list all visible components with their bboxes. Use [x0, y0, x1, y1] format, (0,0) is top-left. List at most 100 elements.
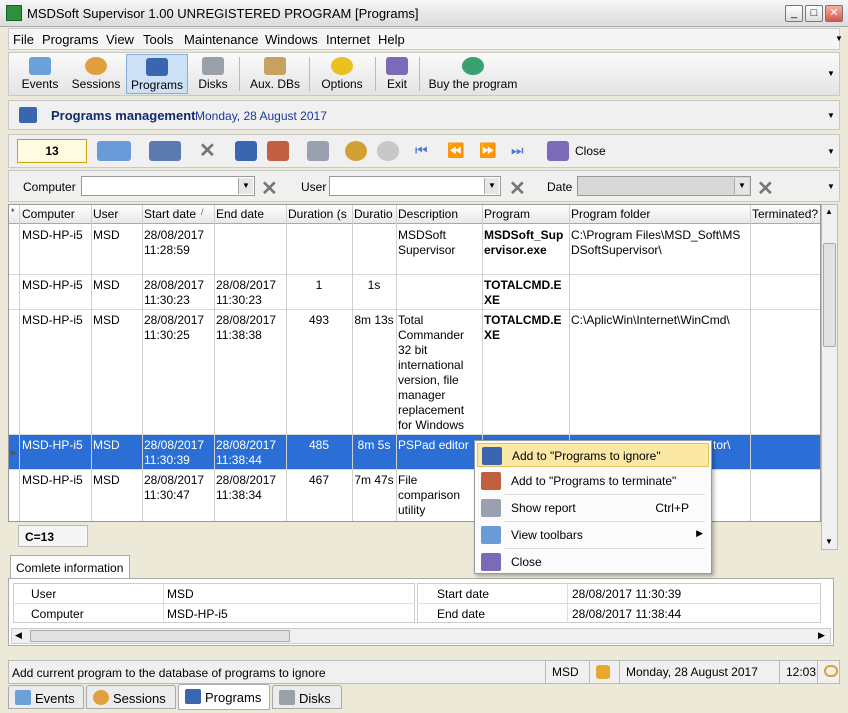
column-header-duration[interactable]: Duratio [354, 207, 394, 221]
menu-item-close[interactable]: Close [477, 550, 709, 574]
toolbar-sessions-button[interactable]: Sessions [69, 54, 123, 94]
menu-tools[interactable]: Tools [143, 32, 173, 47]
toolbar-programs-button[interactable]: Programs [126, 54, 188, 94]
maximize-button[interactable]: □ [805, 5, 823, 22]
menu-item-add-to-terminate[interactable]: Add to "Programs to terminate" [477, 469, 709, 493]
cell-duration-s: 467 [308, 473, 330, 487]
filter-bar: Computer ▼ ✕ User ▼ ✕ Date ▼ ✕ ▼ [8, 170, 840, 202]
cell-end-date: 28/08/2017 11:38:38 [216, 313, 277, 342]
tab-events[interactable]: Events [8, 685, 84, 709]
close-button[interactable]: Close [575, 144, 606, 158]
scrollbar-thumb[interactable] [30, 630, 290, 642]
date-filter-combo[interactable]: ▼ [577, 176, 751, 196]
column-header-start-date[interactable]: Start date [144, 207, 202, 221]
cell-duration: 8m 5s [357, 438, 391, 452]
table-row[interactable]: MSD-HP-i5 MSD 28/08/2017 11:28:59 MSDSof… [9, 225, 820, 275]
grid-vertical-scrollbar[interactable]: ▲ ▼ [821, 204, 838, 550]
tab-complete-information[interactable]: Comlete information [10, 555, 130, 579]
scroll-right-icon[interactable]: ▶ [818, 630, 825, 641]
column-header-duration-s[interactable]: Duration (s [288, 207, 350, 221]
next-record-icon[interactable]: ⏩ [479, 142, 496, 159]
clear-user-filter-icon[interactable]: ✕ [509, 176, 526, 201]
add-ignore-icon [482, 447, 502, 465]
toolbar-buy-button[interactable]: Buy the program [425, 54, 521, 94]
column-header-computer[interactable]: Computer [22, 207, 90, 221]
menu-maintenance[interactable]: Maintenance [184, 32, 258, 47]
cell-duration-s: 493 [308, 313, 330, 327]
info-horizontal-scrollbar[interactable]: ◀ ▶ [11, 628, 831, 644]
view-options-button[interactable] [97, 141, 131, 161]
sessions-icon [85, 57, 107, 75]
scroll-left-icon[interactable]: ◀ [15, 630, 22, 641]
last-record-icon[interactable]: ⏭ [511, 142, 524, 159]
chevron-down-icon[interactable]: ▼ [827, 111, 835, 120]
scrollbar-thumb[interactable] [823, 243, 836, 347]
menu-view[interactable]: View [106, 32, 134, 47]
menu-item-view-toolbars[interactable]: View toolbars ▶ [477, 523, 709, 547]
column-header-program-folder[interactable]: Program folder [571, 207, 749, 221]
menu-item-show-report[interactable]: Show report Ctrl+P [477, 496, 709, 520]
info-button[interactable] [149, 141, 181, 161]
first-record-icon[interactable]: ⏮ [415, 142, 428, 159]
menu-item-add-to-ignore[interactable]: Add to "Programs to ignore" [477, 443, 709, 467]
chevron-down-icon[interactable]: ▼ [827, 147, 835, 156]
record-counter: C=13 [18, 525, 88, 547]
grid-line [750, 205, 751, 521]
tab-programs[interactable]: Programs [178, 684, 270, 710]
add-terminate-icon[interactable] [267, 141, 289, 161]
computer-filter-combo[interactable]: ▼ [81, 176, 255, 196]
record-count-field[interactable]: 13 [17, 139, 87, 163]
toolbar-auxdbs-button[interactable]: Aux. DBs [247, 54, 303, 94]
toolbar-events-button[interactable]: Events [15, 54, 65, 94]
info-col-divider [567, 583, 568, 623]
column-header-description[interactable]: Description [398, 207, 480, 221]
status-time: 12:03 [779, 661, 817, 683]
clear-computer-filter-icon[interactable]: ✕ [261, 176, 278, 201]
menu-windows[interactable]: Windows [265, 32, 318, 47]
toolbar-exit-button[interactable]: Exit [381, 54, 413, 94]
grid-line [19, 205, 20, 521]
filter-on-icon[interactable] [345, 141, 367, 161]
toolbar-separator [239, 57, 240, 91]
close-icon[interactable] [547, 141, 569, 161]
menu-file[interactable]: File [13, 32, 34, 47]
column-header-terminated[interactable]: Terminated? [752, 207, 820, 221]
disks-icon [202, 57, 224, 75]
column-header-end-date[interactable]: End date [216, 207, 284, 221]
add-terminate-icon [481, 472, 501, 490]
menu-internet[interactable]: Internet [326, 32, 370, 47]
column-header-user[interactable]: User [93, 207, 141, 221]
tab-disks[interactable]: Disks [272, 685, 342, 709]
delete-icon[interactable]: ✕ [199, 138, 216, 163]
lock-icon [596, 665, 610, 679]
chevron-down-icon[interactable]: ▼ [835, 34, 843, 43]
user-filter-combo[interactable]: ▼ [329, 176, 501, 196]
tab-sessions[interactable]: Sessions [86, 685, 176, 709]
chevron-down-icon[interactable]: ▼ [238, 178, 253, 194]
column-header-program[interactable]: Program [484, 207, 568, 221]
previous-record-icon[interactable]: ⏪ [447, 142, 464, 159]
chevron-down-icon[interactable]: ▼ [827, 69, 835, 78]
menu-programs[interactable]: Programs [42, 32, 98, 47]
toolbar-options-button[interactable]: Options [315, 54, 369, 94]
menu-help[interactable]: Help [378, 32, 405, 47]
close-window-button[interactable]: ✕ [825, 5, 843, 22]
table-row[interactable]: MSD-HP-i5 MSD 28/08/2017 11:30:23 28/08/… [9, 275, 820, 310]
programs-icon [146, 58, 168, 76]
toolbar-disks-button[interactable]: Disks [193, 54, 233, 94]
scroll-down-icon[interactable]: ▼ [825, 537, 833, 546]
scroll-up-icon[interactable]: ▲ [825, 207, 833, 216]
info-end-value: 28/08/2017 11:38:44 [572, 607, 682, 621]
table-row[interactable]: MSD-HP-i5 MSD 28/08/2017 11:30:25 28/08/… [9, 310, 820, 435]
status-lock[interactable] [589, 661, 619, 683]
minimize-button[interactable]: _ [785, 5, 803, 22]
filter-off-icon[interactable] [377, 141, 399, 161]
cell-program: TOTALCMD.EXE [484, 278, 562, 307]
printer-icon[interactable] [307, 141, 329, 161]
add-ignore-icon[interactable] [235, 141, 257, 161]
chevron-down-icon[interactable]: ▼ [484, 178, 499, 194]
clear-date-filter-icon[interactable]: ✕ [757, 176, 774, 201]
cell-end-date: 28/08/2017 11:38:34 [216, 473, 277, 502]
chevron-down-icon[interactable]: ▼ [827, 182, 835, 191]
chevron-down-icon[interactable]: ▼ [734, 178, 749, 194]
